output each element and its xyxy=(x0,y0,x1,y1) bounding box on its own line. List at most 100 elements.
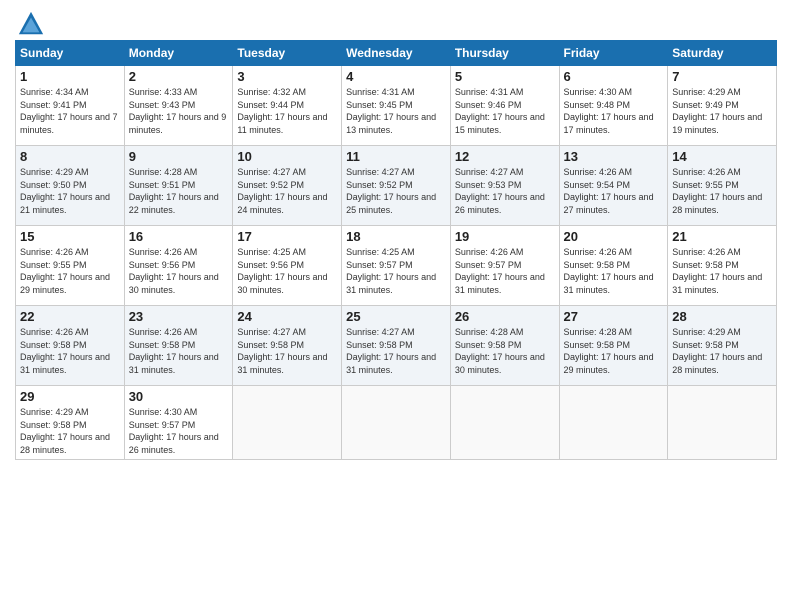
day-number: 10 xyxy=(237,149,337,164)
day-info: Sunrise: 4:27 AMSunset: 9:52 PMDaylight:… xyxy=(346,166,446,216)
day-number: 21 xyxy=(672,229,772,244)
calendar-cell xyxy=(668,386,777,460)
day-number: 4 xyxy=(346,69,446,84)
weekday-header-saturday: Saturday xyxy=(668,41,777,66)
calendar-table: SundayMondayTuesdayWednesdayThursdayFrid… xyxy=(15,40,777,460)
day-number: 12 xyxy=(455,149,555,164)
day-number: 26 xyxy=(455,309,555,324)
calendar-cell: 10 Sunrise: 4:27 AMSunset: 9:52 PMDayligh… xyxy=(233,146,342,226)
day-info: Sunrise: 4:26 AMSunset: 9:58 PMDaylight:… xyxy=(20,326,120,376)
day-info: Sunrise: 4:27 AMSunset: 9:58 PMDaylight:… xyxy=(237,326,337,376)
day-info: Sunrise: 4:27 AMSunset: 9:53 PMDaylight:… xyxy=(455,166,555,216)
day-number: 23 xyxy=(129,309,229,324)
page: SundayMondayTuesdayWednesdayThursdayFrid… xyxy=(0,0,792,612)
day-info: Sunrise: 4:28 AMSunset: 9:58 PMDaylight:… xyxy=(564,326,664,376)
day-number: 24 xyxy=(237,309,337,324)
day-info: Sunrise: 4:26 AMSunset: 9:56 PMDaylight:… xyxy=(129,246,229,296)
day-info: Sunrise: 4:31 AMSunset: 9:45 PMDaylight:… xyxy=(346,86,446,136)
calendar-cell: 11 Sunrise: 4:27 AMSunset: 9:52 PMDayligh… xyxy=(342,146,451,226)
day-info: Sunrise: 4:29 AMSunset: 9:58 PMDaylight:… xyxy=(20,406,120,456)
calendar-cell: 25 Sunrise: 4:27 AMSunset: 9:58 PMDayligh… xyxy=(342,306,451,386)
calendar-cell: 26Sunrise: 4:28 AMSunset: 9:58 PMDayligh… xyxy=(450,306,559,386)
day-number: 2 xyxy=(129,69,229,84)
weekday-header-thursday: Thursday xyxy=(450,41,559,66)
weekday-header-sunday: Sunday xyxy=(16,41,125,66)
day-info: Sunrise: 4:30 AMSunset: 9:48 PMDaylight:… xyxy=(564,86,664,136)
day-info: Sunrise: 4:26 AMSunset: 9:55 PMDaylight:… xyxy=(20,246,120,296)
day-info: Sunrise: 4:25 AMSunset: 9:57 PMDaylight:… xyxy=(346,246,446,296)
calendar-cell: 19 Sunrise: 4:26 AMSunset: 9:57 PMDayligh… xyxy=(450,226,559,306)
calendar-cell: 24 Sunrise: 4:27 AMSunset: 9:58 PMDayligh… xyxy=(233,306,342,386)
day-info: Sunrise: 4:27 AMSunset: 9:58 PMDaylight:… xyxy=(346,326,446,376)
calendar-cell: 23 Sunrise: 4:26 AMSunset: 9:58 PMDayligh… xyxy=(124,306,233,386)
calendar-cell: 7 Sunrise: 4:29 AMSunset: 9:49 PMDaylight… xyxy=(668,66,777,146)
day-info: Sunrise: 4:28 AMSunset: 9:51 PMDaylight:… xyxy=(129,166,229,216)
day-number: 29 xyxy=(20,389,120,404)
calendar-cell: 5 Sunrise: 4:31 AMSunset: 9:46 PMDaylight… xyxy=(450,66,559,146)
header xyxy=(15,10,777,32)
day-info: Sunrise: 4:29 AMSunset: 9:49 PMDaylight:… xyxy=(672,86,772,136)
day-number: 1 xyxy=(20,69,120,84)
calendar-cell: 4 Sunrise: 4:31 AMSunset: 9:45 PMDaylight… xyxy=(342,66,451,146)
weekday-header-wednesday: Wednesday xyxy=(342,41,451,66)
weekday-header-tuesday: Tuesday xyxy=(233,41,342,66)
day-info: Sunrise: 4:26 AMSunset: 9:58 PMDaylight:… xyxy=(672,246,772,296)
weekday-header-friday: Friday xyxy=(559,41,668,66)
day-number: 30 xyxy=(129,389,229,404)
calendar-cell: 28 Sunrise: 4:29 AMSunset: 9:58 PMDayligh… xyxy=(668,306,777,386)
day-info: Sunrise: 4:32 AMSunset: 9:44 PMDaylight:… xyxy=(237,86,337,136)
day-info: Sunrise: 4:26 AMSunset: 9:54 PMDaylight:… xyxy=(564,166,664,216)
day-info: Sunrise: 4:34 AMSunset: 9:41 PMDaylight:… xyxy=(20,86,120,136)
logo xyxy=(15,10,45,32)
calendar-cell: 18 Sunrise: 4:25 AMSunset: 9:57 PMDayligh… xyxy=(342,226,451,306)
day-number: 25 xyxy=(346,309,446,324)
day-number: 27 xyxy=(564,309,664,324)
day-number: 5 xyxy=(455,69,555,84)
day-number: 22 xyxy=(20,309,120,324)
day-number: 19 xyxy=(455,229,555,244)
calendar-cell: 1 Sunrise: 4:34 AMSunset: 9:41 PMDaylight… xyxy=(16,66,125,146)
day-number: 8 xyxy=(20,149,120,164)
calendar-cell: 2 Sunrise: 4:33 AMSunset: 9:43 PMDaylight… xyxy=(124,66,233,146)
calendar-cell xyxy=(342,386,451,460)
calendar-cell: 20Sunrise: 4:26 AMSunset: 9:58 PMDayligh… xyxy=(559,226,668,306)
calendar-cell: 15 Sunrise: 4:26 AMSunset: 9:55 PMDayligh… xyxy=(16,226,125,306)
calendar-cell xyxy=(559,386,668,460)
day-number: 3 xyxy=(237,69,337,84)
day-info: Sunrise: 4:26 AMSunset: 9:58 PMDaylight:… xyxy=(129,326,229,376)
day-number: 6 xyxy=(564,69,664,84)
calendar-cell: 8 Sunrise: 4:29 AMSunset: 9:50 PMDaylight… xyxy=(16,146,125,226)
day-number: 18 xyxy=(346,229,446,244)
day-info: Sunrise: 4:29 AMSunset: 9:50 PMDaylight:… xyxy=(20,166,120,216)
calendar-cell: 13 Sunrise: 4:26 AMSunset: 9:54 PMDayligh… xyxy=(559,146,668,226)
day-number: 17 xyxy=(237,229,337,244)
day-info: Sunrise: 4:25 AMSunset: 9:56 PMDaylight:… xyxy=(237,246,337,296)
day-number: 11 xyxy=(346,149,446,164)
weekday-header-monday: Monday xyxy=(124,41,233,66)
calendar-cell: 14 Sunrise: 4:26 AMSunset: 9:55 PMDayligh… xyxy=(668,146,777,226)
logo-icon xyxy=(17,10,45,38)
day-info: Sunrise: 4:26 AMSunset: 9:57 PMDaylight:… xyxy=(455,246,555,296)
day-number: 28 xyxy=(672,309,772,324)
day-number: 9 xyxy=(129,149,229,164)
calendar-cell: 17 Sunrise: 4:25 AMSunset: 9:56 PMDayligh… xyxy=(233,226,342,306)
day-number: 14 xyxy=(672,149,772,164)
calendar-cell: 16Sunrise: 4:26 AMSunset: 9:56 PMDayligh… xyxy=(124,226,233,306)
calendar-cell xyxy=(450,386,559,460)
calendar-cell: 21 Sunrise: 4:26 AMSunset: 9:58 PMDayligh… xyxy=(668,226,777,306)
calendar-cell: 29 Sunrise: 4:29 AMSunset: 9:58 PMDayligh… xyxy=(16,386,125,460)
day-number: 7 xyxy=(672,69,772,84)
day-info: Sunrise: 4:31 AMSunset: 9:46 PMDaylight:… xyxy=(455,86,555,136)
day-number: 13 xyxy=(564,149,664,164)
day-info: Sunrise: 4:33 AMSunset: 9:43 PMDaylight:… xyxy=(129,86,229,136)
calendar-cell: 22 Sunrise: 4:26 AMSunset: 9:58 PMDayligh… xyxy=(16,306,125,386)
day-info: Sunrise: 4:26 AMSunset: 9:58 PMDaylight:… xyxy=(564,246,664,296)
calendar-cell: 27 Sunrise: 4:28 AMSunset: 9:58 PMDayligh… xyxy=(559,306,668,386)
day-info: Sunrise: 4:29 AMSunset: 9:58 PMDaylight:… xyxy=(672,326,772,376)
day-number: 15 xyxy=(20,229,120,244)
calendar-cell: 3 Sunrise: 4:32 AMSunset: 9:44 PMDaylight… xyxy=(233,66,342,146)
day-info: Sunrise: 4:27 AMSunset: 9:52 PMDaylight:… xyxy=(237,166,337,216)
day-info: Sunrise: 4:26 AMSunset: 9:55 PMDaylight:… xyxy=(672,166,772,216)
calendar-cell: 6 Sunrise: 4:30 AMSunset: 9:48 PMDaylight… xyxy=(559,66,668,146)
calendar-cell: 30Sunrise: 4:30 AMSunset: 9:57 PMDayligh… xyxy=(124,386,233,460)
